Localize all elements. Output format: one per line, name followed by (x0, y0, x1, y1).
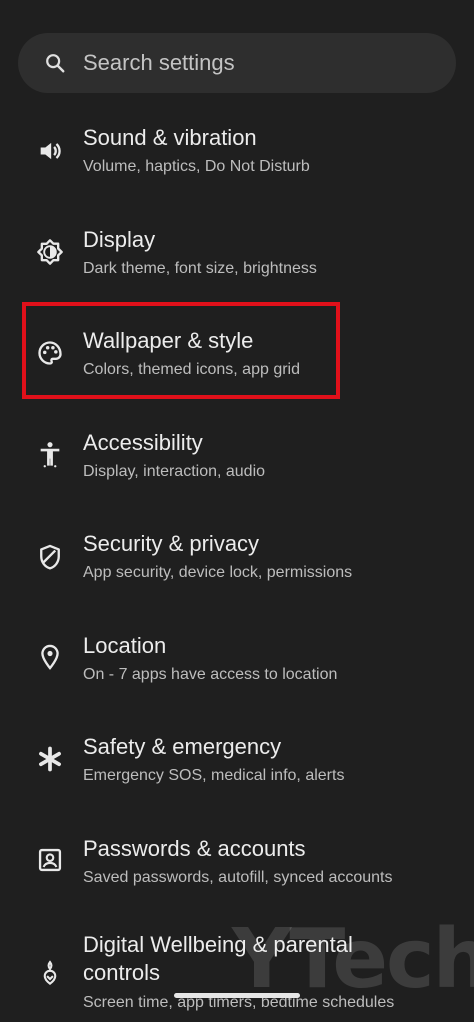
speaker-icon (36, 137, 64, 165)
search-placeholder: Search settings (83, 50, 235, 75)
settings-item-sound[interactable]: Sound & vibration Volume, haptics, Do No… (0, 110, 474, 210)
account-box-icon (36, 846, 64, 874)
settings-item-subtitle: On - 7 apps have access to location (83, 666, 338, 683)
settings-item-accessibility[interactable]: Accessibility Display, interaction, audi… (0, 415, 474, 515)
search-icon (44, 52, 66, 74)
search-bar[interactable]: Search settings (18, 33, 456, 93)
settings-item-safety[interactable]: Safety & emergency Emergency SOS, medica… (0, 719, 474, 819)
settings-item-title: Sound & vibration (83, 125, 257, 150)
settings-item-title: Location (83, 633, 167, 658)
settings-item-title: Accessibility (83, 430, 203, 455)
settings-item-subtitle: Dark theme, font size, brightness (83, 260, 317, 277)
settings-item-location[interactable]: Location On - 7 apps have access to loca… (0, 618, 474, 718)
settings-item-passwords[interactable]: Passwords & accounts Saved passwords, au… (0, 821, 474, 921)
settings-item-title: Security & privacy (83, 531, 260, 556)
settings-item-subtitle: Saved passwords, autofill, synced accoun… (83, 869, 393, 886)
settings-item-title: Passwords & accounts (83, 836, 306, 861)
gesture-home-bar[interactable] (174, 993, 300, 998)
settings-item-security[interactable]: Security & privacy App security, device … (0, 516, 474, 616)
settings-item-subtitle: Volume, haptics, Do Not Disturb (83, 158, 310, 175)
settings-item-subtitle: Emergency SOS, medical info, alerts (83, 767, 345, 784)
settings-item-subtitle: App security, device lock, permissions (83, 564, 353, 581)
wellbeing-icon (36, 958, 64, 986)
accessibility-icon (36, 440, 64, 468)
settings-item-title: Display (83, 227, 156, 252)
settings-item-subtitle: Display, interaction, audio (83, 463, 266, 480)
asterisk-icon (36, 745, 64, 773)
settings-item-display[interactable]: Display Dark theme, font size, brightnes… (0, 212, 474, 312)
settings-item-title: Safety & emergency (83, 734, 282, 759)
shield-icon (36, 543, 64, 571)
brightness-icon (36, 238, 64, 266)
location-pin-icon (36, 643, 64, 671)
highlight-box (22, 302, 340, 399)
